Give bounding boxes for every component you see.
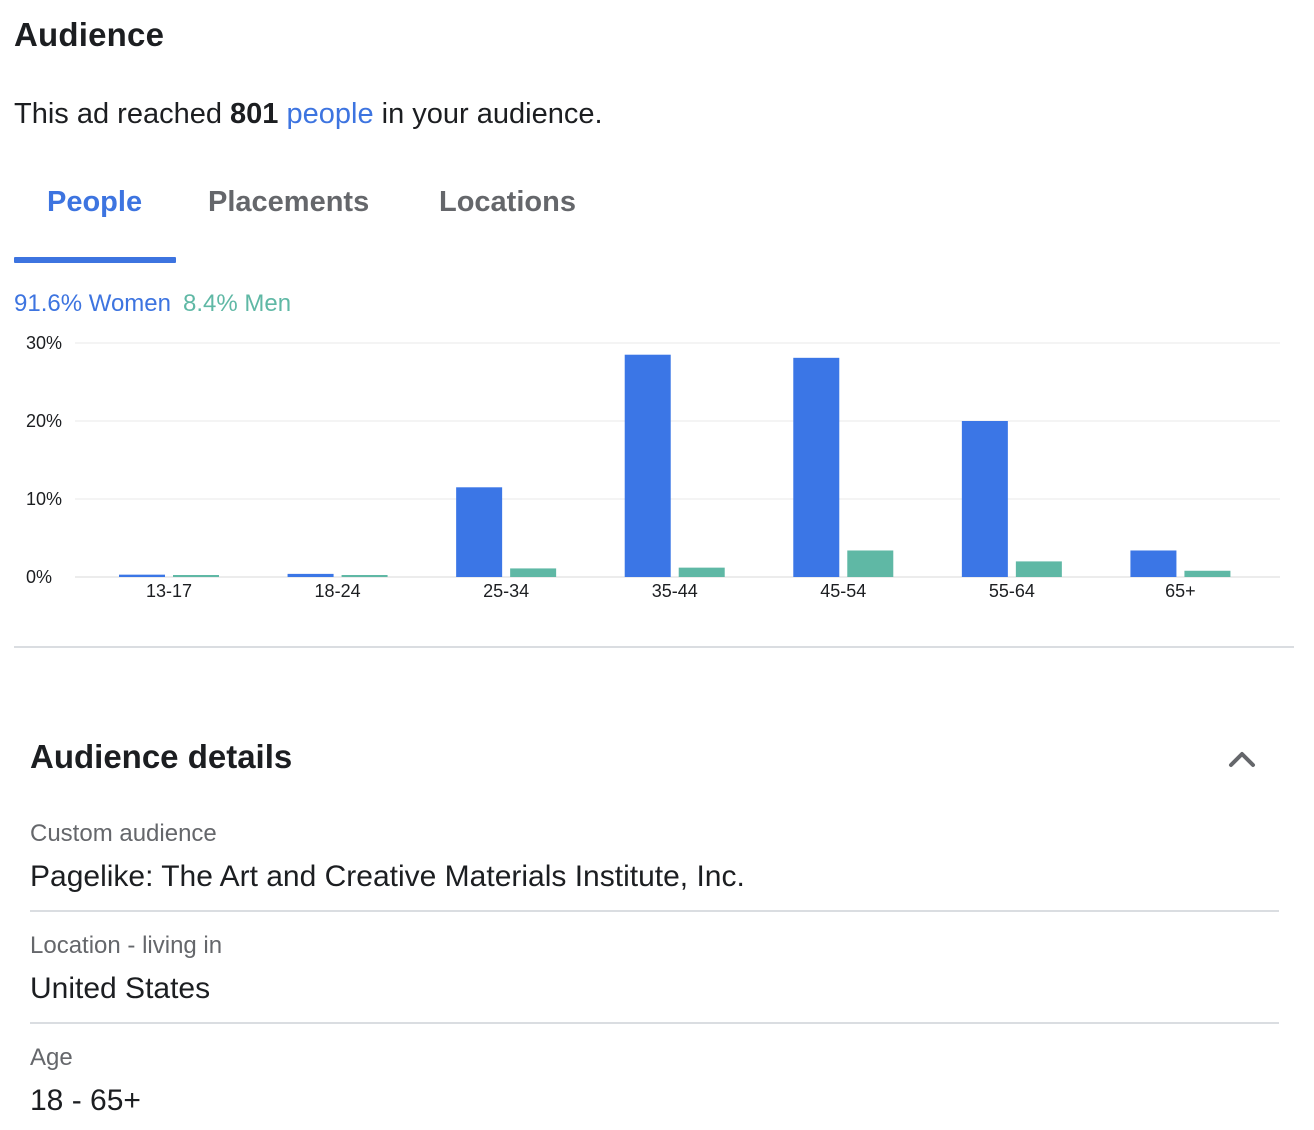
reach-suffix: in your audience. — [381, 98, 603, 130]
field-divider — [30, 910, 1279, 912]
bar-men-45-54 — [847, 550, 894, 577]
tab-people[interactable]: People — [47, 186, 142, 219]
field-label: Custom audience — [30, 820, 217, 847]
bar-men-18-24 — [341, 575, 388, 577]
bar-women-55-64 — [961, 421, 1008, 577]
y-tick-label: 30% — [26, 333, 62, 353]
x-tick-label: 55-64 — [989, 581, 1035, 601]
x-tick-label: 45-54 — [820, 581, 866, 601]
age-gender-bar-chart: 0% 10% 20% 30% 13-17 18-24 25-34 35-44 45-54 55-6… — [26, 333, 1280, 601]
x-tick-label: 65+ — [1165, 581, 1196, 601]
x-tick-label: 18-24 — [315, 581, 361, 601]
field-value: Pagelike: The Art and Creative Materials… — [30, 860, 745, 893]
audience-details-title: Audience details — [30, 738, 293, 775]
bar-women-25-34 — [456, 487, 503, 577]
y-tick-label: 10% — [26, 489, 62, 509]
bar-men-13-17 — [173, 575, 219, 577]
tab-bar: People Placements Locations — [14, 178, 714, 264]
chevron-up-icon — [1229, 752, 1255, 767]
custom-audience-field: Custom audience Pagelike: The Art and Cr… — [30, 820, 1279, 912]
field-label: Location - living in — [30, 932, 223, 959]
x-tick-label: 35-44 — [652, 581, 698, 601]
reach-count: 801 — [230, 98, 279, 130]
field-label: Age — [30, 1044, 73, 1071]
bar-women-35-44 — [624, 354, 671, 577]
section-divider — [14, 646, 1294, 648]
bar-women-65+ — [1130, 550, 1177, 577]
bar-women-45-54 — [793, 357, 840, 577]
field-divider — [30, 1022, 1279, 1024]
gender-split: 91.6% Women 8.4% Men — [14, 290, 291, 318]
bar-women-18-24 — [287, 573, 334, 577]
bar-men-25-34 — [510, 568, 557, 577]
reach-prefix: This ad reached — [14, 98, 222, 130]
bar-men-35-44 — [678, 567, 725, 577]
collapse-button[interactable] — [1222, 740, 1262, 776]
tab-locations[interactable]: Locations — [439, 186, 576, 219]
y-tick-label: 20% — [26, 411, 62, 431]
x-tick-label: 25-34 — [483, 581, 529, 601]
field-value: 18 - 65+ — [30, 1084, 141, 1117]
reach-summary: This ad reached 801 people in your audie… — [14, 98, 603, 131]
people-link[interactable]: people — [286, 98, 373, 130]
location-field: Location - living in United States — [30, 932, 1279, 1024]
bar-men-55-64 — [1015, 561, 1062, 577]
bar-men-65+ — [1184, 570, 1231, 577]
women-share: 91.6% Women — [14, 290, 171, 317]
bar-women-13-17 — [119, 574, 165, 577]
y-tick-label: 0% — [26, 567, 52, 587]
men-share: 8.4% Men — [182, 290, 292, 317]
tab-placements[interactable]: Placements — [208, 186, 369, 219]
field-value: United States — [30, 972, 211, 1005]
page-title: Audience — [14, 16, 165, 53]
active-tab-indicator — [14, 257, 176, 263]
age-field: Age 18 - 65+ — [30, 1044, 1279, 1118]
x-tick-label: 13-17 — [146, 581, 192, 601]
